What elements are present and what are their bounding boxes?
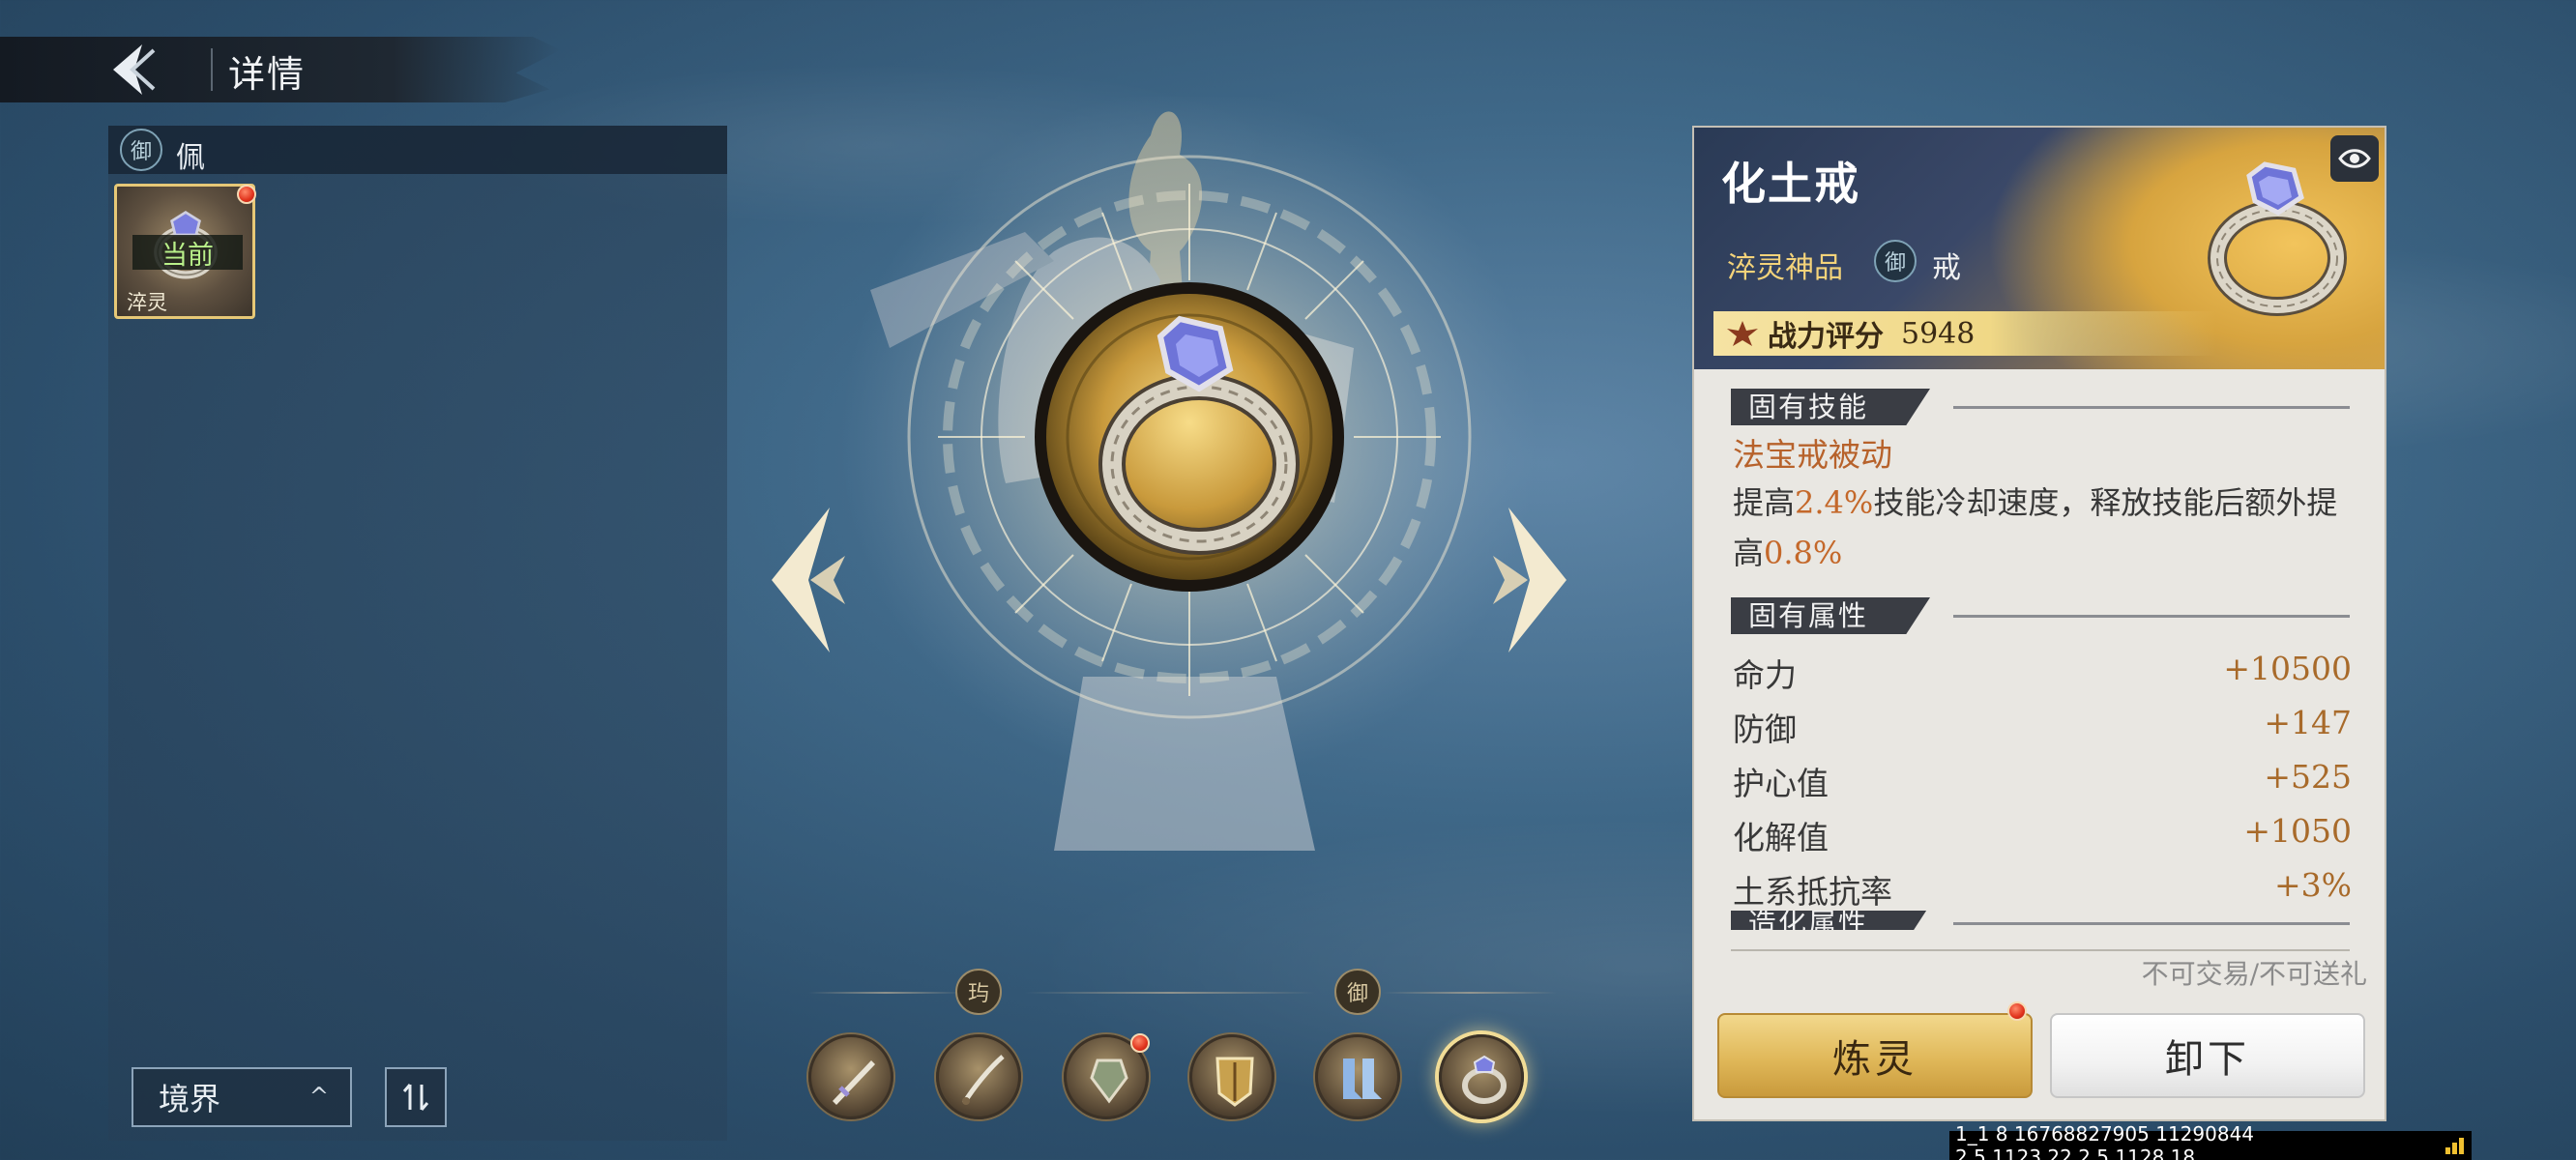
item-name: 化土戒 — [1721, 158, 1860, 210]
alert-dot-icon — [2007, 1001, 2027, 1021]
realm-filter-label: 境界 — [159, 1081, 221, 1117]
equip-slot-blade[interactable] — [936, 1034, 1021, 1119]
ring-icon — [1462, 1055, 1507, 1104]
stat-name: 防御 — [1733, 710, 1797, 748]
skill-value-highlight: 2.4% — [1795, 484, 1874, 521]
chevron-up-icon: ^ — [308, 1083, 329, 1110]
stat-row: 土系抵抗率 +3% — [1733, 862, 2352, 911]
stat-value: +10500 — [2223, 650, 2352, 687]
equip-group-emblem-icon: 御 — [1334, 969, 1381, 1015]
section-title: 固有属性 — [1731, 597, 1931, 634]
alert-dot-icon — [237, 185, 256, 204]
back-arrow-icon — [113, 44, 156, 95]
alert-dot-icon — [1130, 1033, 1150, 1053]
section-innate-attr: 固有属性 — [1731, 597, 2350, 636]
power-score-label: 战力评分 — [1768, 320, 1884, 354]
stat-value: +1050 — [2243, 812, 2352, 850]
section-innate-skill: 固有技能 — [1731, 389, 2350, 427]
hide-toggle-button[interactable] — [2330, 135, 2379, 182]
divider — [1731, 949, 2350, 951]
equip-divider — [1383, 992, 1557, 994]
equip-divider — [1025, 992, 1315, 994]
power-score-value: 5948 — [1901, 316, 1976, 351]
stat-value: +3% — [2273, 866, 2352, 904]
inventory-item-slot[interactable]: 当前 淬灵 — [114, 184, 256, 319]
section-title: 固有技能 — [1731, 389, 1931, 425]
item-quality-tag: 淬灵 — [127, 291, 167, 314]
next-item-arrow-icon[interactable] — [1489, 498, 1576, 662]
page-title: 详情 — [228, 53, 307, 96]
header-divider — [211, 48, 213, 91]
trade-restriction-note: 不可交易/不可送礼 — [2141, 958, 2367, 990]
debug-text: 1_1 8 16768827905 11290844 2.5.1123.22.2… — [1955, 1122, 2255, 1160]
stat-name: 命力 — [1733, 656, 1797, 694]
stat-name: 护心值 — [1733, 765, 1829, 802]
equip-slot-sword[interactable] — [808, 1034, 893, 1119]
item-grade: 淬灵神品 — [1727, 251, 1843, 285]
section-title: 造化属性 — [1731, 911, 1931, 930]
signal-icon — [2445, 1138, 2464, 1154]
equip-slot-pendant[interactable] — [1064, 1033, 1150, 1119]
category-tab-label: 佩 — [176, 141, 205, 175]
blade-icon — [961, 1055, 1005, 1105]
sort-swap-icon — [402, 1084, 429, 1111]
equip-slot-boots[interactable] — [1315, 1034, 1400, 1119]
refine-button[interactable]: 炼灵 — [1717, 1013, 2033, 1098]
debug-info-bar: 1_1 8 16768827905 11290844 2.5.1123.22.2… — [1949, 1122, 2472, 1160]
unequip-button[interactable]: 卸下 — [2050, 1013, 2365, 1098]
item-detail-card: 化土戒 淬灵神品 御 戒 战力评分 5948 固有技能 法宝戒被动 提高2.4%… — [1692, 126, 2386, 1121]
skill-description: 提高2.4%技能冷却速度，释放技能后额外提高0.8% — [1733, 484, 2338, 571]
equip-slot-ring[interactable] — [1439, 1034, 1524, 1119]
skill-name: 法宝戒被动 — [1733, 436, 1892, 474]
stat-value: +147 — [2264, 704, 2352, 741]
stat-row: 护心值 +525 — [1733, 754, 2352, 804]
skill-value-highlight: 0.8% — [1764, 535, 1843, 571]
realm-filter-dropdown[interactable]: 境界 ^ — [132, 1067, 352, 1127]
power-score-bar: 战力评分 5948 — [1713, 311, 2216, 356]
sort-button[interactable] — [385, 1067, 447, 1127]
equip-slot-armor[interactable] — [1189, 1034, 1274, 1119]
boots-icon — [1343, 1058, 1382, 1099]
current-equipped-label: 当前 — [132, 235, 243, 271]
stat-row: 命力 +10500 — [1733, 646, 2352, 696]
section-divider — [1953, 406, 2350, 409]
equip-group-emblem-icon: 玙 — [955, 969, 1002, 1015]
card-body-scroll[interactable]: 固有技能 法宝戒被动 提高2.4%技能冷却速度，释放技能后额外提高0.8% 固有… — [1694, 369, 2385, 911]
stat-name: 化解值 — [1733, 819, 1829, 856]
section-divider — [1953, 615, 2350, 618]
power-emblem-icon — [1727, 321, 1758, 346]
category-tab-pei[interactable]: 御 佩 — [108, 126, 727, 175]
stat-value: +525 — [2264, 758, 2352, 796]
back-button[interactable] — [101, 39, 161, 101]
equip-divider — [808, 992, 963, 994]
eye-hide-icon — [2338, 149, 2371, 168]
slot-emblem-icon: 御 — [1874, 240, 1917, 282]
section-forge-attr: 造化属性 — [1731, 911, 2350, 930]
card-header: 化土戒 淬灵神品 御 戒 战力评分 5948 — [1694, 128, 2385, 369]
armor-icon — [1215, 1057, 1254, 1107]
section-forge-clip: 造化属性 — [1694, 911, 2385, 930]
section-divider — [1953, 922, 2350, 925]
sword-icon — [833, 1060, 875, 1105]
prev-item-arrow-icon[interactable] — [762, 498, 849, 662]
stat-row: 化解值 +1050 — [1733, 808, 2352, 858]
stat-row: 防御 +147 — [1733, 700, 2352, 750]
category-emblem-icon: 御 — [120, 129, 162, 171]
stat-name: 土系抵抗率 — [1733, 873, 1892, 911]
item-slot-type: 戒 — [1932, 251, 1961, 285]
pendant-icon — [1090, 1058, 1128, 1104]
